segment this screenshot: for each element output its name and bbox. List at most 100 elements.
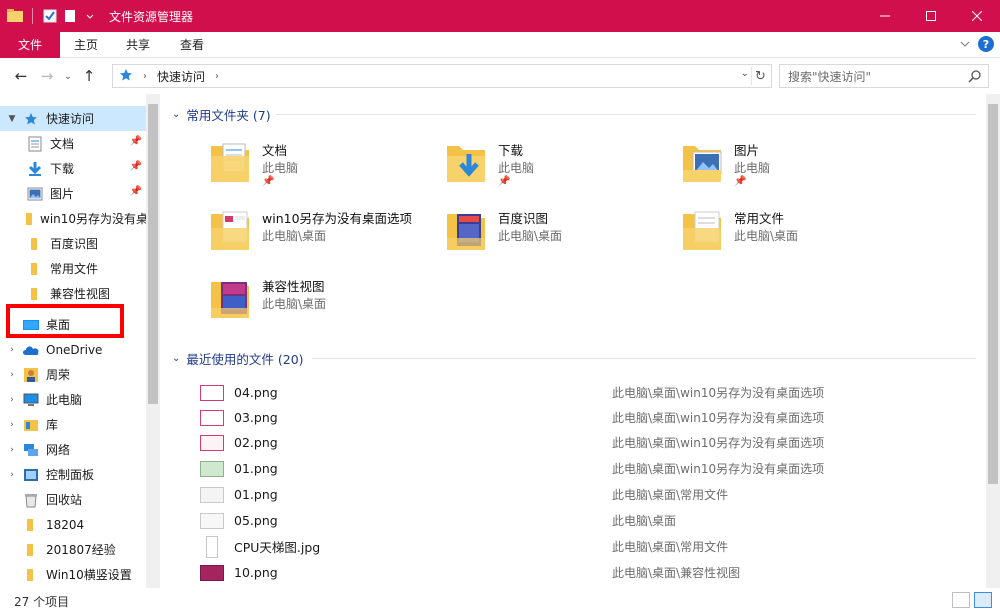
chevron-right-icon[interactable]: › — [6, 345, 18, 355]
content-scrollbar[interactable] — [986, 94, 1000, 588]
recent-file-row[interactable]: 10.png 此电脑\桌面\兼容性视图 — [200, 560, 970, 585]
download-icon — [26, 161, 44, 177]
recent-file-row[interactable]: 03.png 此电脑\桌面\win10另存为没有桌面选项 — [200, 405, 970, 430]
pin-icon[interactable]: 📌 — [498, 176, 510, 187]
content-scrollbar-thumb[interactable] — [988, 104, 998, 484]
nav-item-folder[interactable]: 18204 — [0, 512, 146, 537]
folder-tile[interactable]: win10另存为没有桌面选项 此电脑\桌面 — [165, 202, 412, 262]
folder-tile[interactable]: 兼容性视图 此电脑\桌面 — [165, 270, 401, 330]
minimize-button[interactable] — [862, 0, 908, 32]
refresh-button[interactable]: ↻ — [751, 67, 769, 85]
details-view-icon[interactable] — [952, 592, 970, 608]
folder-tile[interactable]: 百度识图 此电脑\桌面 — [401, 202, 637, 262]
downloads-folder-icon — [447, 146, 485, 182]
recent-file-row[interactable]: 01.png 此电脑\桌面\win10另存为没有桌面选项 — [200, 456, 970, 481]
search-input[interactable]: 搜索"快速访问" — [779, 64, 989, 88]
breadcrumb-separator-icon[interactable]: › — [215, 71, 219, 82]
nav-item-onedrive[interactable]: › OneDrive — [0, 337, 146, 362]
chevron-right-icon[interactable]: › — [6, 470, 18, 480]
window-title: 文件资源管理器 — [109, 9, 194, 24]
close-button[interactable] — [954, 0, 1000, 32]
star-icon — [22, 111, 40, 127]
folder-tile[interactable]: 常用文件 此电脑\桌面 — [637, 202, 873, 262]
back-button[interactable]: ← — [8, 63, 34, 89]
chevron-right-icon[interactable]: › — [6, 395, 18, 405]
folder-tile-documents[interactable]: 文档 此电脑 📌 — [165, 134, 401, 194]
pin-icon[interactable]: 📌 — [262, 176, 274, 187]
breadcrumb-quick-access[interactable]: 快速访问 — [157, 68, 205, 85]
nav-item-user[interactable]: › 周荣 — [0, 362, 146, 387]
tab-view[interactable]: 查看 — [164, 32, 220, 58]
recent-file-row[interactable]: 05.png 此电脑\桌面 — [200, 508, 970, 533]
nav-item-this-pc[interactable]: › 此电脑 — [0, 387, 146, 412]
up-button[interactable]: ↑ — [76, 63, 102, 89]
customize-toolbar-icon[interactable] — [81, 7, 99, 25]
nav-item-control-panel[interactable]: › 控制面板 — [0, 462, 146, 487]
onedrive-icon — [22, 342, 40, 358]
nav-scrollbar-thumb[interactable] — [148, 104, 158, 404]
tab-share[interactable]: 共享 — [112, 32, 164, 58]
file-location: 此电脑\桌面\win10另存为没有桌面选项 — [612, 386, 825, 400]
tab-home[interactable]: 主页 — [60, 32, 112, 58]
properties-icon[interactable] — [41, 7, 59, 25]
nav-item-libraries[interactable]: › 库 — [0, 412, 146, 437]
address-dropdown-icon[interactable]: ⌄ — [741, 68, 749, 79]
nav-item-folder[interactable]: 兼容性视图 — [0, 281, 146, 306]
file-location: 此电脑\桌面\常用文件 — [612, 540, 729, 554]
nav-item-documents[interactable]: 文档 📌 — [0, 131, 146, 156]
nav-item-folder[interactable]: 百度识图 — [0, 231, 146, 256]
recent-locations-button[interactable]: ⌄ — [60, 63, 76, 89]
nav-item-downloads[interactable]: 下载 📌 — [0, 156, 146, 181]
nav-item-label: 控制面板 — [46, 468, 95, 482]
folder-icon — [447, 214, 485, 250]
nav-item-label: 回收站 — [46, 493, 83, 507]
chevron-right-icon[interactable]: › — [6, 370, 18, 380]
nav-item-folder[interactable]: 常用文件 — [0, 256, 146, 281]
nav-item-label: 图片 — [50, 187, 75, 201]
tab-file[interactable]: 文件 — [0, 31, 60, 58]
forward-button[interactable]: → — [34, 63, 60, 89]
address-bar[interactable]: › 快速访问 › ⌄ ↻ — [112, 64, 772, 88]
expand-ribbon-icon[interactable] — [960, 37, 970, 51]
folder-tile-pictures[interactable]: 图片 此电脑 📌 — [637, 134, 873, 194]
folder-icon[interactable] — [6, 7, 24, 25]
search-icon[interactable] — [968, 69, 982, 86]
folder-path: 此电脑\桌面 — [262, 297, 327, 311]
forward-arrow-icon: → — [40, 67, 54, 85]
chevron-down-icon[interactable]: ▼ — [6, 114, 18, 124]
group-header-frequent-folders[interactable]: ⌄ 常用文件夹 (7) — [172, 104, 982, 124]
recent-file-row[interactable]: 01.png 此电脑\桌面\常用文件 — [200, 482, 970, 507]
recent-file-row[interactable]: 04.png 此电脑\桌面\win10另存为没有桌面选项 — [200, 380, 970, 405]
large-icons-view-icon[interactable] — [974, 592, 992, 608]
nav-item-quick-access[interactable]: ▼ 快速访问 — [0, 106, 146, 131]
chevron-down-icon: ⌄ — [63, 70, 73, 82]
folder-name: 图片 — [734, 143, 760, 158]
chevron-right-icon[interactable]: › — [6, 445, 18, 455]
nav-item-pictures[interactable]: 图片 📌 — [0, 181, 146, 206]
pin-icon[interactable]: 📌 — [734, 176, 746, 187]
folder-tile-downloads[interactable]: 下载 此电脑 📌 — [401, 134, 637, 194]
new-folder-icon[interactable] — [61, 7, 79, 25]
group-header-recent-files[interactable]: ⌄ 最近使用的文件 (20) — [172, 348, 982, 368]
breadcrumb-separator-icon[interactable]: › — [143, 71, 147, 82]
file-name: 02.png — [234, 435, 278, 450]
star-icon — [119, 68, 133, 85]
chevron-right-icon[interactable]: › — [6, 420, 18, 430]
maximize-button[interactable] — [908, 0, 954, 32]
up-arrow-icon: ↑ — [82, 67, 96, 85]
nav-item-folder[interactable]: Win10横竖设置 — [0, 562, 146, 587]
nav-item-recycle-bin[interactable]: 回收站 — [0, 487, 146, 512]
help-icon[interactable]: ? — [978, 36, 994, 52]
nav-item-folder[interactable]: win10另存为没有桌面选项 — [0, 206, 146, 231]
folder-path: 此电脑 — [734, 161, 771, 175]
pictures-folder-icon — [683, 146, 722, 182]
recent-file-row[interactable]: CPU天梯图.jpg 此电脑\桌面\常用文件 — [200, 534, 970, 559]
window-controls — [862, 0, 1000, 32]
recent-file-row[interactable]: 02.png 此电脑\桌面\win10另存为没有桌面选项 — [200, 430, 970, 455]
chevron-down-icon[interactable]: ⌄ — [172, 109, 180, 120]
folder-icon — [26, 261, 44, 277]
chevron-down-icon[interactable]: ⌄ — [172, 353, 180, 364]
nav-item-network[interactable]: › 网络 — [0, 437, 146, 462]
nav-item-folder[interactable]: 201807经验 — [0, 537, 146, 562]
nav-scrollbar[interactable] — [146, 94, 160, 588]
